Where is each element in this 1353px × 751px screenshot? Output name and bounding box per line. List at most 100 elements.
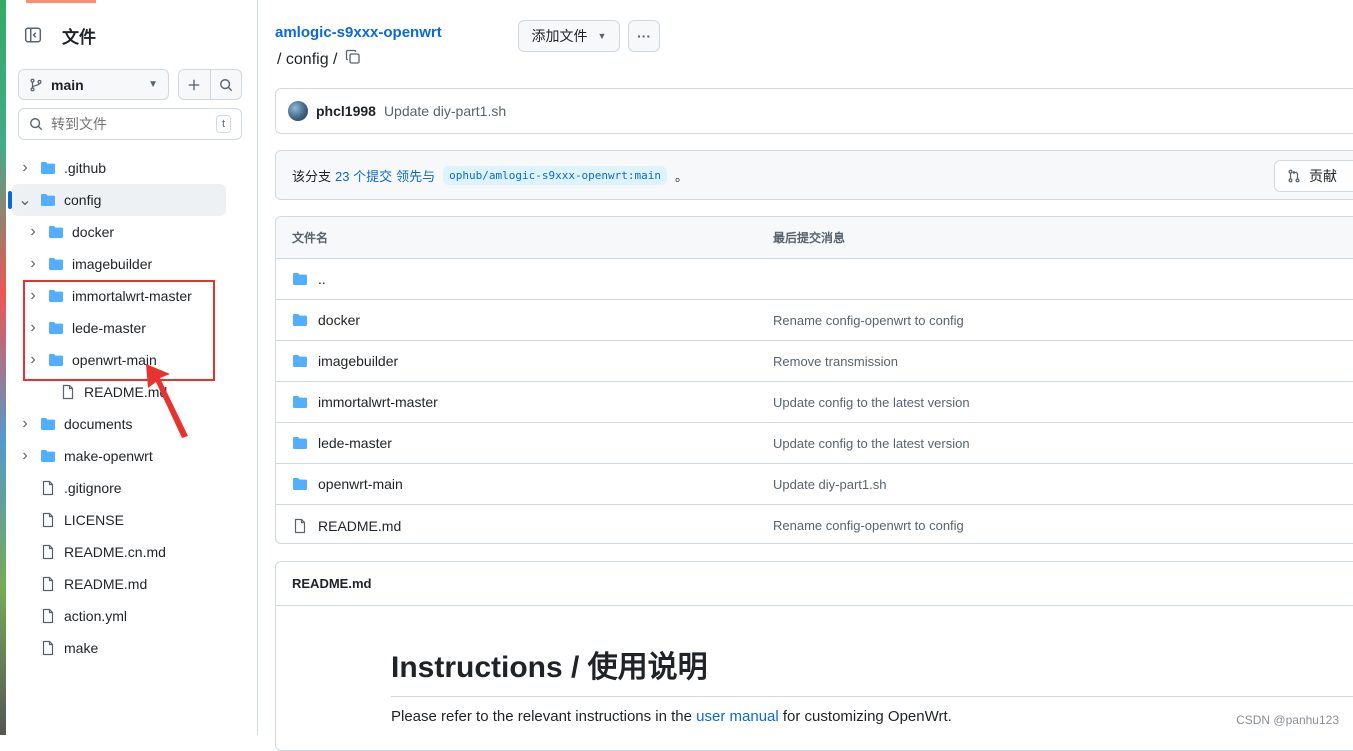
tree-item[interactable]: ›.github xyxy=(6,152,258,184)
file-name-link[interactable]: openwrt-main xyxy=(318,476,403,492)
column-header-name: 文件名 xyxy=(276,229,773,246)
collapse-sidebar-icon[interactable] xyxy=(18,20,48,50)
file-name-link[interactable]: immortalwrt-master xyxy=(318,394,438,410)
commit-author[interactable]: phcl1998 xyxy=(316,103,376,119)
tree-item[interactable]: › docker xyxy=(6,216,258,248)
file-icon xyxy=(40,576,56,592)
tree-item-label: docker xyxy=(72,224,114,240)
table-header: 文件名 最后提交消息 xyxy=(276,217,1353,259)
tree-item[interactable]: .gitignore xyxy=(6,472,258,504)
readme-title[interactable]: README.md xyxy=(276,562,1353,606)
tree-item[interactable]: ›lede-master xyxy=(6,312,258,344)
folder-icon xyxy=(48,256,64,272)
contribute-label: 贡献 xyxy=(1309,166,1337,186)
tree-item[interactable]: ›immortalwrt-master xyxy=(6,280,258,312)
breadcrumb-current-path: / config / xyxy=(277,51,337,69)
chevron-right-icon[interactable]: › xyxy=(26,287,40,305)
chevron-right-icon[interactable]: › xyxy=(26,351,40,369)
folder-icon xyxy=(48,288,64,304)
last-commit-message[interactable]: Update config to the latest version xyxy=(773,436,970,451)
file-name-link[interactable]: .. xyxy=(318,271,326,287)
folder-icon xyxy=(292,476,308,492)
tree-item[interactable]: LICENSE xyxy=(6,504,258,536)
tree-item[interactable]: ⌄config xyxy=(12,184,226,216)
chevron-right-icon[interactable]: › xyxy=(26,255,40,273)
tree-actions xyxy=(178,69,242,100)
contribute-button[interactable]: 贡献 xyxy=(1274,160,1353,192)
tree-item[interactable]: README.md xyxy=(6,568,258,600)
chevron-right-icon[interactable]: › xyxy=(26,319,40,337)
tree-item-label: imagebuilder xyxy=(72,256,152,272)
file-icon xyxy=(40,512,56,528)
readme-text-after: for customizing OpenWrt. xyxy=(779,708,952,725)
chevron-right-icon[interactable]: › xyxy=(26,223,40,241)
more-options-button[interactable]: ··· xyxy=(628,20,660,52)
file-name-link[interactable]: imagebuilder xyxy=(318,353,398,369)
tree-item[interactable]: README.md xyxy=(6,376,258,408)
search-icon[interactable] xyxy=(210,70,241,99)
chevron-down-icon[interactable]: ⌄ xyxy=(18,190,32,210)
tree-item-label: README.md xyxy=(64,576,147,592)
ahead-of-link[interactable]: 领先与 xyxy=(396,166,435,185)
git-branch-icon xyxy=(29,78,43,92)
annotation-arrow-icon xyxy=(146,364,196,440)
go-to-file-input[interactable] xyxy=(51,116,191,132)
readme-paragraph: Please refer to the relevant instruction… xyxy=(391,708,952,725)
folder-icon xyxy=(40,448,56,464)
last-commit-message[interactable]: Rename config-openwrt to config xyxy=(773,518,964,533)
branch-status-suffix: 。 xyxy=(675,166,688,185)
breadcrumb-repo-link[interactable]: amlogic-s9xxx-openwrt xyxy=(275,24,442,41)
commits-ahead-link[interactable]: 23 个提交 xyxy=(335,166,392,185)
latest-commit-bar: phcl1998 Update diy-part1.sh xyxy=(275,88,1353,134)
file-icon xyxy=(292,518,308,534)
chevron-right-icon[interactable]: › xyxy=(18,159,32,177)
chevron-right-icon[interactable]: › xyxy=(18,447,32,465)
table-row[interactable]: openwrt-main Update diy-part1.sh xyxy=(276,464,1353,505)
table-row[interactable]: README.md Rename config-openwrt to config xyxy=(276,505,1353,544)
table-row[interactable]: imagebuilder Remove transmission xyxy=(276,341,1353,382)
file-name-link[interactable]: lede-master xyxy=(318,435,392,451)
search-icon xyxy=(29,117,43,131)
commit-message[interactable]: Update diy-part1.sh xyxy=(384,103,506,119)
copy-path-icon[interactable] xyxy=(345,49,361,70)
chevron-right-icon[interactable]: › xyxy=(18,415,32,433)
table-row[interactable]: immortalwrt-master Update config to the l… xyxy=(276,382,1353,423)
last-commit-message[interactable]: Update diy-part1.sh xyxy=(773,477,886,492)
table-row[interactable]: lede-master Update config to the latest v… xyxy=(276,423,1353,464)
table-row[interactable]: docker Rename config-openwrt to config xyxy=(276,300,1353,341)
file-name-link[interactable]: docker xyxy=(318,312,360,328)
file-icon xyxy=(40,608,56,624)
user-manual-link[interactable]: user manual xyxy=(696,708,779,725)
table-row[interactable]: .. xyxy=(276,259,1353,300)
tree-item[interactable]: ›documents xyxy=(6,408,258,440)
tree-item[interactable]: › imagebuilder xyxy=(6,248,258,280)
branch-name: main xyxy=(51,77,84,93)
branch-selector-button[interactable]: main ▼ xyxy=(18,69,169,100)
tree-item[interactable]: make xyxy=(6,632,258,664)
file-name-link[interactable]: README.md xyxy=(318,518,401,534)
add-file-button[interactable]: 添加文件 ▼ xyxy=(518,20,620,52)
last-commit-message[interactable]: Remove transmission xyxy=(773,354,898,369)
last-commit-message[interactable]: Rename config-openwrt to config xyxy=(773,313,964,328)
shortcut-key: t xyxy=(216,115,231,133)
sidebar-header: 文件 xyxy=(18,20,96,50)
branch-status-bar: 该分支 23 个提交 领先与 ophub/amlogic-s9xxx-openw… xyxy=(275,150,1353,200)
tree-item[interactable]: README.cn.md xyxy=(6,536,258,568)
tree-item-label: README.cn.md xyxy=(64,544,166,560)
tree-item[interactable]: ›openwrt-main xyxy=(6,344,258,376)
go-to-file-search[interactable]: t xyxy=(18,108,242,140)
tree-item[interactable]: action.yml xyxy=(6,600,258,632)
avatar[interactable] xyxy=(288,101,308,121)
tree-item[interactable]: ›make-openwrt xyxy=(6,440,258,472)
chevron-down-icon: ▼ xyxy=(598,31,607,41)
upstream-branch-chip[interactable]: ophub/amlogic-s9xxx-openwrt:main xyxy=(443,166,667,185)
last-commit-message[interactable]: Update config to the latest version xyxy=(773,395,970,410)
tab-accent xyxy=(26,0,96,3)
add-file-icon[interactable] xyxy=(179,70,210,99)
readme-panel: README.md Instructions / 使用说明 Please ref… xyxy=(275,561,1353,751)
sidebar-title: 文件 xyxy=(62,23,96,48)
file-name-cell: lede-master xyxy=(276,435,773,451)
tree-item-label: make xyxy=(64,640,98,656)
file-name-cell: immortalwrt-master xyxy=(276,394,773,410)
folder-icon xyxy=(48,224,64,240)
